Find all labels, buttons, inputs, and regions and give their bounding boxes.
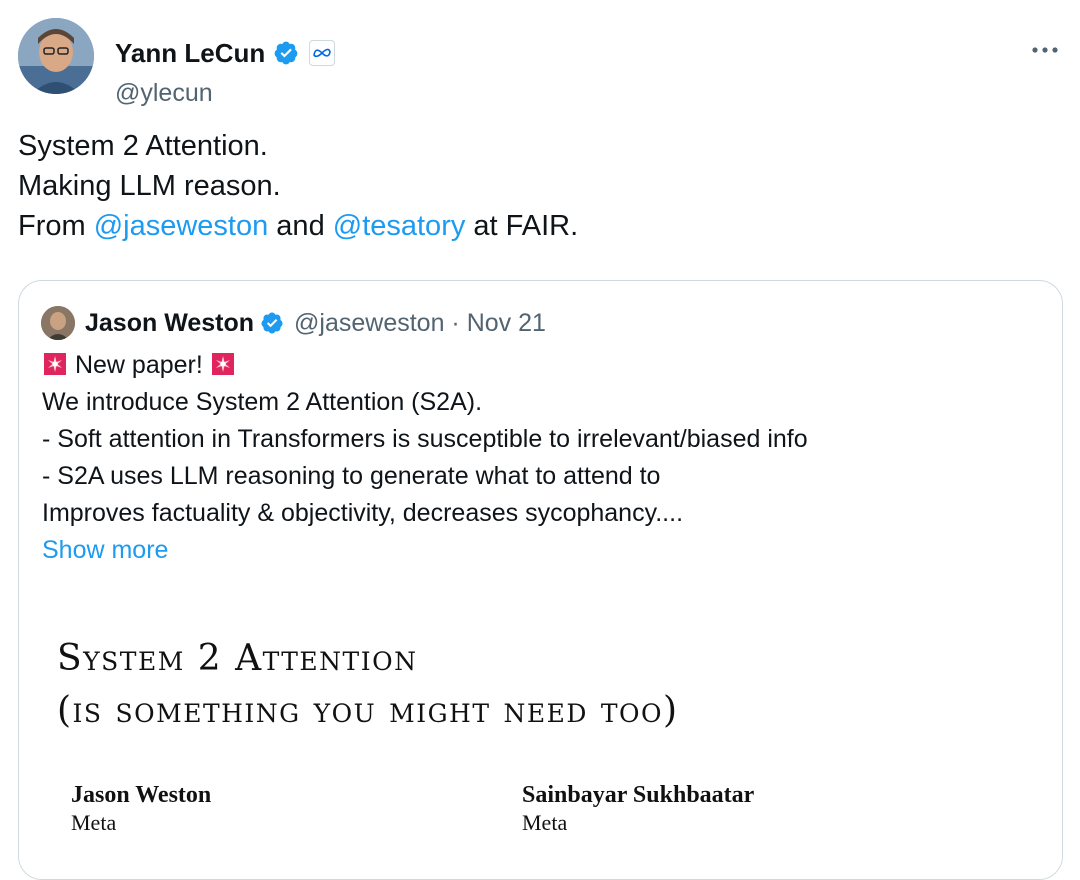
- more-horizontal-icon: [1032, 47, 1058, 53]
- paper-author: Jason Weston Meta: [71, 781, 211, 837]
- affiliation-meta-icon[interactable]: [309, 40, 336, 66]
- paper-author-affiliation: Meta: [71, 810, 117, 835]
- avatar[interactable]: [18, 18, 94, 94]
- paper-title-line: System 2 Attention: [57, 638, 418, 679]
- quoted-text: New paper!: [74, 351, 203, 379]
- attached-paper-image[interactable]: System 2 Attention (is something you mig…: [19, 581, 1062, 879]
- paper-author-name: Sainbayar Sukhbaatar: [522, 782, 755, 808]
- quoted-handle-date[interactable]: @jaseweston · Nov 21: [294, 309, 546, 338]
- quoted-tweet-card[interactable]: Jason Weston @jaseweston · Nov 21 New pa…: [18, 280, 1063, 880]
- quoted-avatar[interactable]: [41, 306, 75, 340]
- quoted-author-name[interactable]: Jason Weston: [85, 309, 254, 338]
- siren-emoji-icon: [42, 351, 68, 377]
- author-name[interactable]: Yann LeCun: [115, 38, 336, 68]
- siren-emoji-icon: [210, 351, 236, 377]
- more-options-button[interactable]: [1028, 36, 1062, 64]
- text-and: and: [268, 210, 333, 242]
- paper-title-line: (is something you might need too): [57, 690, 679, 731]
- paper-author-affiliation: Meta: [522, 810, 568, 835]
- paper-author: Sainbayar Sukhbaatar Meta: [522, 781, 754, 837]
- quoted-text-line: Improves factuality & objectivity, decre…: [42, 499, 684, 527]
- quoted-text-line: We introduce System 2 Attention (S2A).: [42, 388, 483, 416]
- tweet-text: System 2 Attention. Making LLM reason. F…: [18, 126, 578, 246]
- quoted-text-line: - Soft attention in Transformers is susc…: [42, 425, 808, 453]
- verified-badge-icon: [273, 40, 299, 66]
- verified-badge-icon: [260, 311, 284, 335]
- quoted-tweet-body: New paper! We introduce System 2 Attenti…: [42, 347, 808, 569]
- tweet-text-line: System 2 Attention.: [18, 130, 268, 162]
- tweet-text-line: Making LLM reason.: [18, 170, 281, 202]
- tweet-text-line: From @jaseweston and @tesatory at FAIR.: [18, 206, 578, 246]
- author-handle[interactable]: @ylecun: [115, 78, 213, 108]
- mention-link-tesatory[interactable]: @tesatory: [333, 210, 466, 242]
- author-name-text[interactable]: Yann LeCun: [115, 38, 265, 68]
- quoted-text-line: New paper!: [42, 347, 808, 384]
- paper-title: System 2 Attention (is something you mig…: [57, 633, 679, 737]
- text-at-fair: at FAIR.: [465, 210, 579, 242]
- show-more-link[interactable]: Show more: [42, 532, 808, 569]
- text-from: From: [18, 210, 94, 242]
- quoted-text-line: - S2A uses LLM reasoning to generate wha…: [42, 462, 661, 490]
- mention-link-jaseweston[interactable]: @jaseweston: [94, 210, 269, 242]
- quoted-tweet-header: Jason Weston @jaseweston · Nov 21: [41, 306, 546, 340]
- paper-author-name: Jason Weston: [71, 782, 212, 808]
- tweet-header: Yann LeCun @ylecun: [18, 18, 1062, 107]
